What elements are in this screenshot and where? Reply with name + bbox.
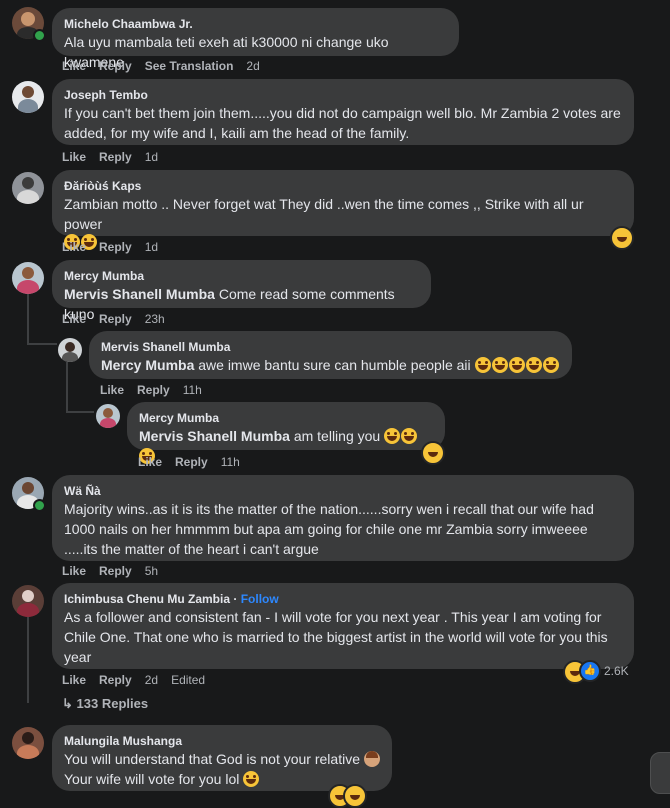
like-reaction-icon[interactable]: 👍 [579,660,601,682]
comment-actions: Like Reply 2d Edited [62,673,205,687]
comment-author[interactable]: Ichimbusa Chenu Mu Zambia · Follow [64,591,622,607]
mention-link[interactable]: Mervis Shanell Mumba [64,286,215,302]
mention-link[interactable]: Mervis Shanell Mumba [139,428,290,444]
laughing-emoji-icon [508,357,525,373]
timestamp[interactable]: 11h [183,383,202,397]
comment-text: Majority wins..as it is its the matter o… [64,501,594,557]
timestamp[interactable]: 1d [145,240,158,254]
timestamp[interactable]: 2d [246,59,259,73]
like-button[interactable]: Like [62,240,86,254]
thread-line [27,294,29,344]
like-button[interactable]: Like [62,59,86,73]
reply-button[interactable]: Reply [137,383,170,397]
comment-actions: Like Reply 1d [62,150,158,164]
comment-actions: Like Reply See Translation 2d [62,59,260,73]
comment-bubble: Ðăriòùś Kaps Zambian motto .. Never forg… [52,170,634,250]
chat-bubble-button[interactable] [650,752,670,794]
reply-arrow-icon: ↳ [62,696,73,711]
comment-author[interactable]: Ðăriòùś Kaps [64,178,622,194]
laughing-emoji-icon [491,357,508,373]
reply-bubble: Mercy Mumba Mervis Shanell Mumba am tell… [127,402,445,464]
comment-bubble: Ichimbusa Chenu Mu Zambia · Follow As a … [52,583,634,669]
comment-author[interactable]: Mercy Mumba [64,268,419,284]
reply-bubble: Mervis Shanell Mumba Mercy Mumba awe imw… [89,331,572,379]
comment-text: As a follower and consistent fan - I wil… [64,609,608,665]
timestamp[interactable]: 1d [145,150,158,164]
online-status-icon [33,499,46,512]
laughing-emoji-icon [474,357,491,373]
thread-line [27,343,57,345]
laughing-emoji-icon [542,357,559,373]
comment-author[interactable]: Mervis Shanell Mumba [101,339,560,355]
timestamp[interactable]: 2d [145,673,158,687]
reaction-count[interactable]: 2.6K [604,664,629,678]
person-shrugging-emoji-icon [363,751,380,767]
reply-button[interactable]: Reply [99,673,132,687]
comment-actions: Like Reply 23h [62,312,165,326]
reply-button[interactable]: Reply [175,455,208,469]
comment-author[interactable]: Wä Ñà [64,483,622,499]
comment-text: Your wife will vote for you lol [64,771,240,787]
comment-bubble: Mercy Mumba Mervis Shanell Mumba Come re… [52,260,431,322]
comment-actions: Like Reply 1d [62,240,158,254]
haha-reaction-icon[interactable] [421,441,445,465]
comment-text: awe imwe bantu sure can humble people ai… [194,357,471,373]
avatar[interactable] [96,404,120,428]
mention-link[interactable]: Mercy Mumba [101,357,194,373]
comment-author[interactable]: Mercy Mumba [139,410,433,426]
haha-reaction-icon[interactable] [610,226,634,250]
view-replies-link[interactable]: ↳ 133 Replies [62,696,148,712]
comment-text: You will understand that God is not your… [64,751,360,767]
avatar[interactable] [12,172,44,204]
comment-bubble: Malungila Mushanga You will understand t… [52,725,392,791]
reply-button[interactable]: Reply [99,59,132,73]
thread-line [66,411,94,413]
see-translation-button[interactable]: See Translation [145,59,234,73]
like-button[interactable]: Like [62,312,86,326]
timestamp[interactable]: 23h [145,312,165,326]
avatar[interactable] [12,727,44,759]
reply-button[interactable]: Reply [99,312,132,326]
laughing-emoji-icon [401,428,418,444]
timestamp[interactable]: 11h [221,455,240,469]
like-button[interactable]: Like [62,564,86,578]
like-button[interactable]: Like [100,383,124,397]
comment-bubble: Wä Ñà Majority wins..as it is its the ma… [52,475,634,561]
comment-author[interactable]: Michelo Chaambwa Jr. [64,16,447,32]
comment-text: Zambian motto .. Never forget wat They d… [64,196,584,232]
thread-line [66,362,68,412]
avatar[interactable] [12,585,44,617]
comment-actions: Like Reply 5h [62,564,158,578]
online-status-icon [33,29,46,42]
laughing-emoji-icon [525,357,542,373]
follow-button[interactable]: Follow [241,592,279,606]
avatar[interactable] [12,81,44,113]
comment-text: am telling you [289,428,381,444]
comment-author[interactable]: Joseph Tembo [64,87,622,103]
avatar[interactable] [12,262,44,294]
reply-button[interactable]: Reply [99,564,132,578]
comment-bubble: Michelo Chaambwa Jr. Ala uyu mambala tet… [52,8,459,70]
like-button[interactable]: Like [62,673,86,687]
comment-bubble: Joseph Tembo If you can't bet them join … [52,79,634,145]
comment-actions: Like Reply 11h [138,455,240,469]
comment-text: If you can't bet them join them.....you … [64,105,621,141]
thread-line [27,617,29,703]
timestamp[interactable]: 5h [145,564,158,578]
avatar[interactable] [58,338,82,362]
comment-actions: Like Reply 11h [100,383,202,397]
like-button[interactable]: Like [62,150,86,164]
like-button[interactable]: Like [138,455,162,469]
laughing-emoji-icon [384,428,401,444]
reply-button[interactable]: Reply [99,240,132,254]
laughing-emoji-icon [243,771,260,787]
edited-label: Edited [171,673,206,687]
haha-reaction-icon[interactable] [343,784,367,808]
comment-author[interactable]: Malungila Mushanga [64,733,380,749]
reply-button[interactable]: Reply [99,150,132,164]
